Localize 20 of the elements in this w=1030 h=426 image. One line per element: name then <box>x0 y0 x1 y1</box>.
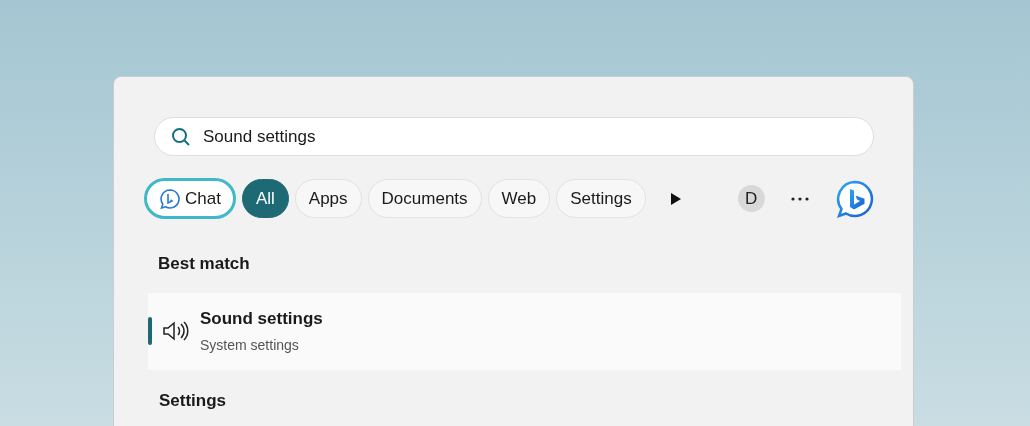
result-item[interactable]: Sound settings System settings <box>148 292 901 370</box>
filter-tab[interactable]: Web <box>487 179 551 218</box>
bing-logo-icon[interactable] <box>834 178 875 219</box>
filter-tab[interactable]: Documents <box>367 179 482 218</box>
section-heading: Best match <box>158 253 250 275</box>
search-input[interactable]: Sound settings <box>203 123 857 150</box>
filter-tab[interactable]: Settings <box>556 179 646 218</box>
search-field[interactable]: Sound settings <box>154 117 874 156</box>
search-icon <box>171 126 191 147</box>
speaker-icon <box>162 320 190 342</box>
more-icon[interactable] <box>790 196 809 201</box>
result-subtitle: System settings <box>200 335 300 355</box>
chat-bubble-icon <box>159 187 181 210</box>
filter-tab[interactable]: All <box>241 179 289 218</box>
play-icon[interactable] <box>669 191 682 206</box>
account-avatar[interactable]: D <box>737 185 765 212</box>
result-title: Sound settings <box>200 308 323 331</box>
filter-tab[interactable]: Apps <box>294 179 362 218</box>
section-heading: Settings <box>159 389 227 412</box>
chat-tab[interactable]: Chat <box>144 178 236 219</box>
